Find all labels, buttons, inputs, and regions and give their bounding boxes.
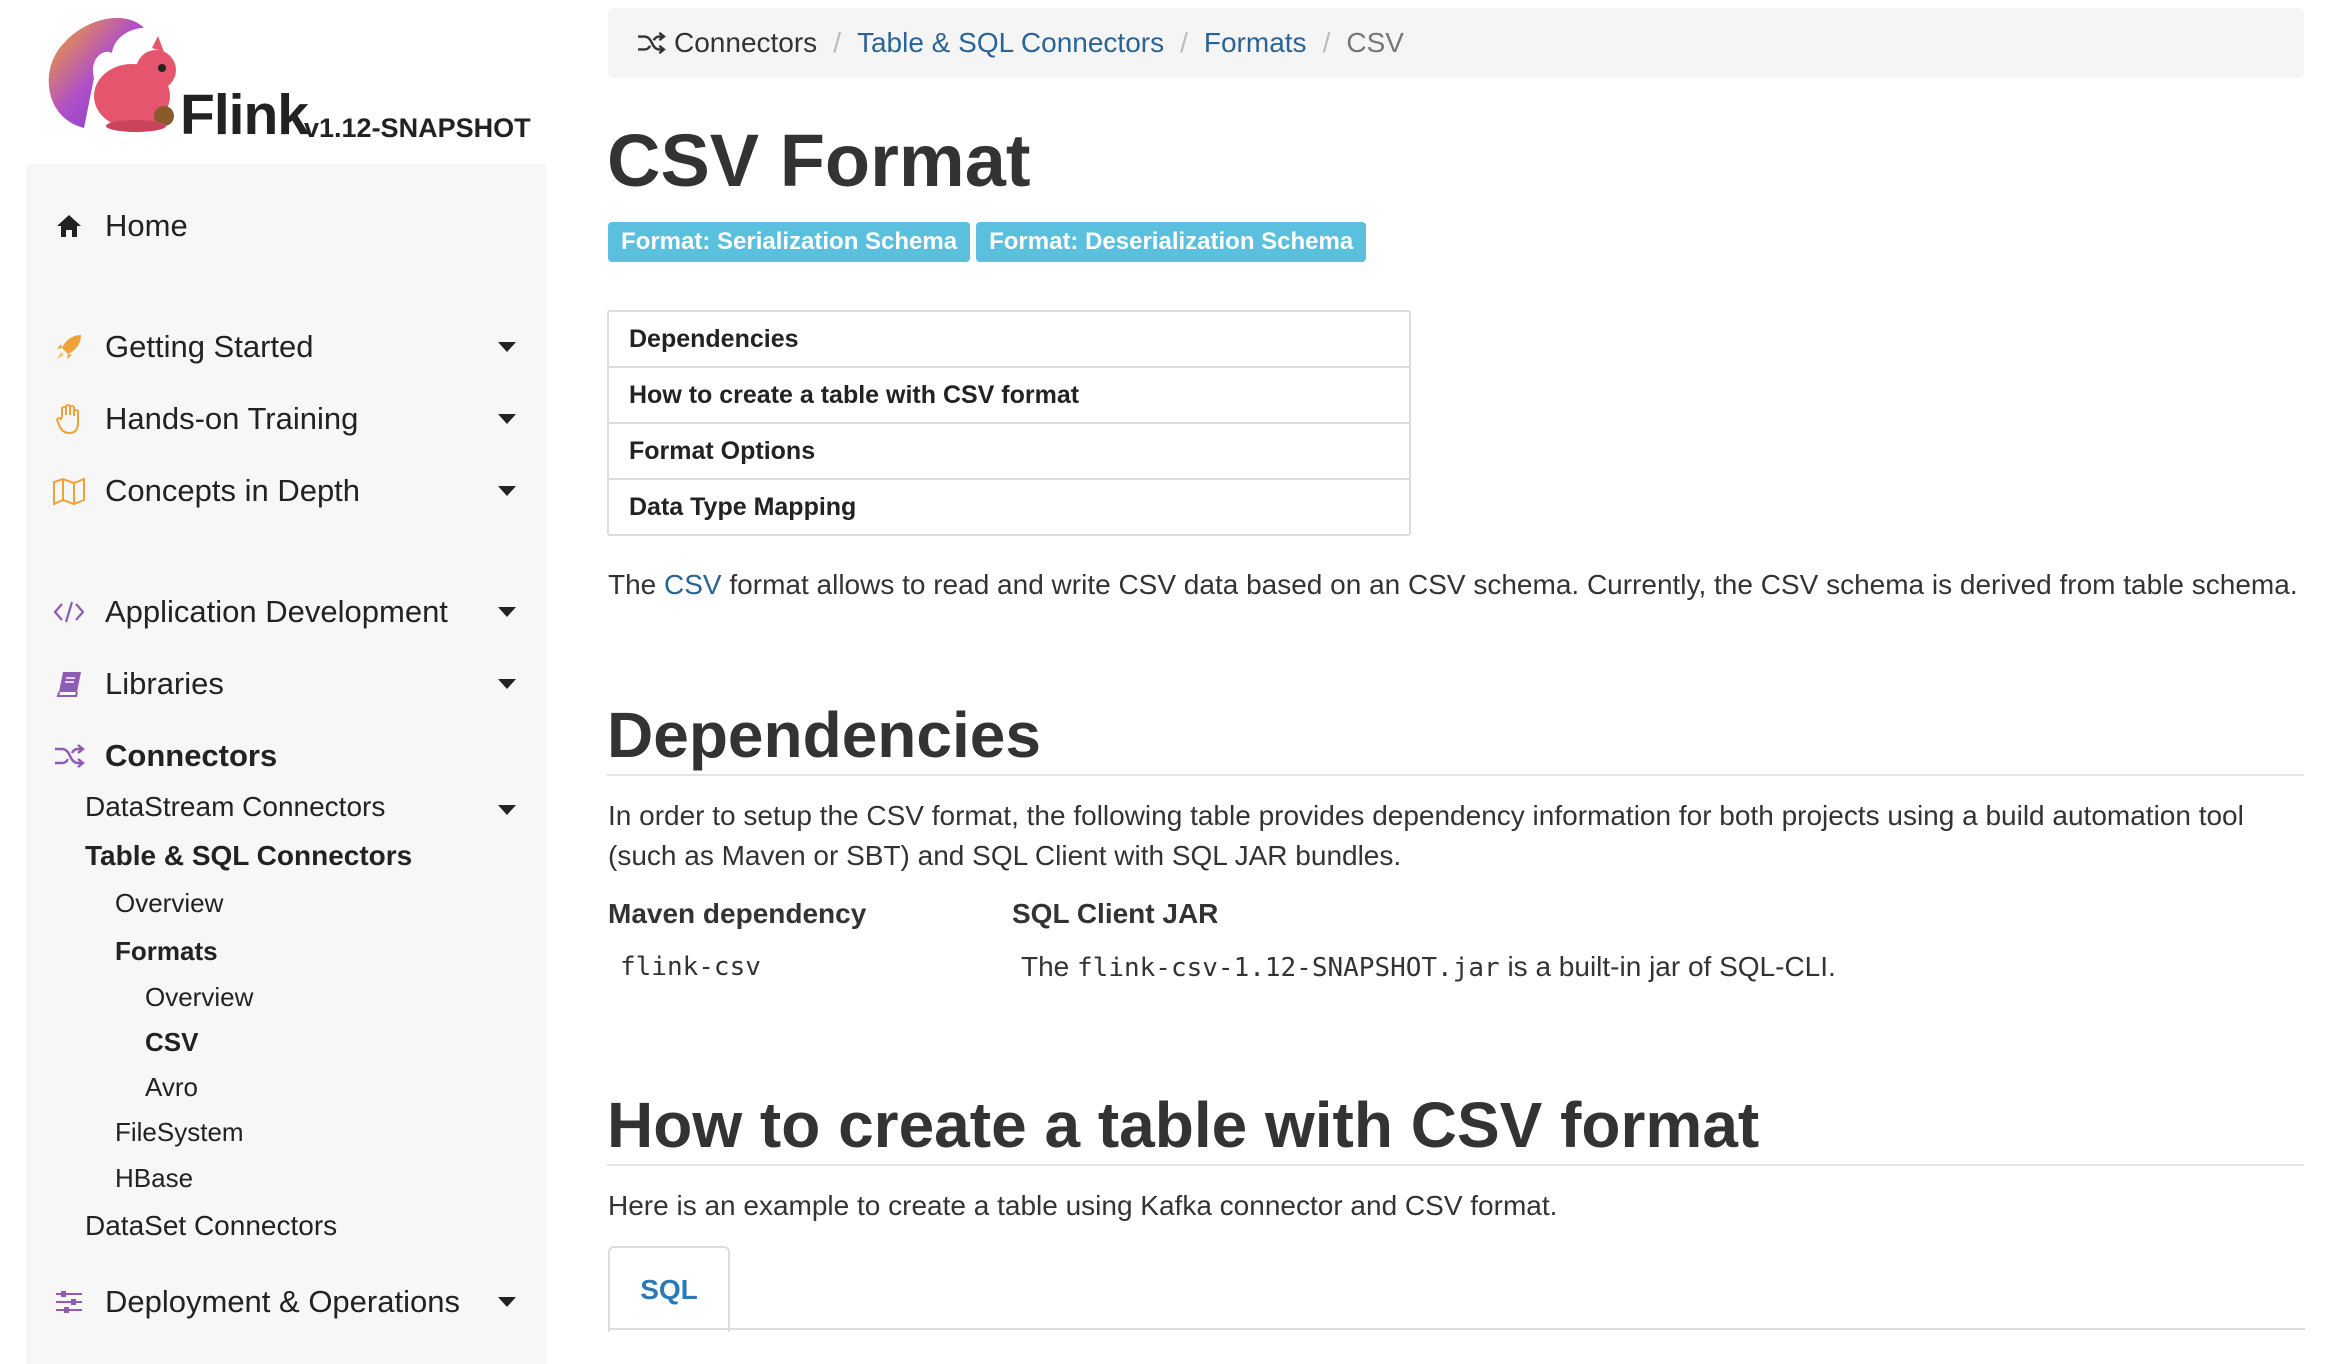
random-icon [52,739,86,773]
sidebar-item-table-sql-connectors[interactable]: Table & SQL Connectors [85,840,412,872]
sidebar-item-hbase[interactable]: HBase [115,1163,193,1194]
section-heading-dependencies: Dependencies [607,698,2304,776]
sql-jar-suffix: is a built-in jar of SQL-CLI. [1499,951,1836,982]
table-of-contents: Dependencies How to create a table with … [607,310,1411,536]
sidebar-item-getting-started[interactable]: Getting Started [26,317,546,377]
logo-version: v1.12-SNAPSHOT [304,113,531,143]
intro-suffix: format allows to read and write CSV data… [721,569,2298,600]
sidebar-item-formats-overview[interactable]: Overview [145,982,253,1013]
book-icon [52,667,86,701]
squirrel-logo-icon [48,17,176,132]
sql-jar-filename: flink-csv-1.12-SNAPSHOT.jar [1077,953,1500,983]
map-icon [52,474,86,508]
sidebar-item-label: Deployment & Operations [105,1284,460,1319]
breadcrumb-current: CSV [1346,27,1404,58]
chevron-down-icon[interactable] [498,414,516,424]
intro-paragraph: The CSV format allows to read and write … [608,565,2298,605]
sidebar-item-csv[interactable]: CSV [145,1027,198,1058]
sidebar-item-hands-on-training[interactable]: Hands-on Training [26,389,546,449]
breadcrumb: Connectors / Table & SQL Connectors / Fo… [608,8,2304,78]
badge-group: Format: Serialization Schema Format: Des… [608,222,1367,262]
toc-item-format-options[interactable]: Format Options [609,424,1409,480]
tab-sql[interactable]: SQL [608,1246,730,1332]
dependencies-paragraph: In order to setup the CSV format, the fo… [608,800,2244,871]
chevron-down-icon[interactable] [498,486,516,496]
chevron-down-icon[interactable] [498,607,516,617]
code-icon [52,595,86,629]
breadcrumb-separator: / [1322,27,1331,58]
csv-link[interactable]: CSV [664,569,722,600]
toc-item-create-table[interactable]: How to create a table with CSV format [609,368,1409,424]
sidebar: Home Getting Started Hands-on Training C… [26,164,546,1364]
sidebar-item-label: Libraries [105,666,224,701]
breadcrumb-separator: / [1180,27,1188,58]
flink-logo[interactable]: Flink v1.12-SNAPSHOT [44,8,544,148]
toc-item-dependencies[interactable]: Dependencies [609,312,1409,368]
sidebar-item-concepts-in-depth[interactable]: Concepts in Depth [26,461,546,521]
breadcrumb-separator: / [833,27,841,58]
sql-client-jar-value: The flink-csv-1.12-SNAPSHOT.jar is a bui… [1021,947,1836,988]
sidebar-item-formats[interactable]: Formats [115,936,218,967]
column-header-maven-dependency: Maven dependency [608,898,867,929]
sidebar-item-datastream-connectors[interactable]: DataStream Connectors [85,791,385,823]
column-header-sql-client-jar: SQL Client JAR [1012,898,1219,929]
rocket-icon [52,330,86,364]
maven-dependency-value: flink-csv [620,952,761,982]
badge-serialization-schema: Format: Serialization Schema [608,222,971,262]
page-title: CSV Format [607,119,1031,202]
sidebar-item-application-development[interactable]: Application Development [26,582,546,642]
breadcrumb-link-table-sql-connectors[interactable]: Table & SQL Connectors [857,27,1164,59]
sql-jar-prefix: The [1021,951,1078,982]
sidebar-item-overview[interactable]: Overview [115,888,223,919]
random-icon [636,31,666,55]
hand-icon [52,402,86,436]
toc-item-data-type-mapping[interactable]: Data Type Mapping [609,480,1409,534]
sidebar-item-avro[interactable]: Avro [145,1072,198,1103]
section-heading-create-table: How to create a table with CSV format [607,1088,2304,1166]
chevron-down-icon[interactable] [498,342,516,352]
home-icon [52,209,86,243]
create-table-paragraph: Here is an example to create a table usi… [608,1190,1558,1221]
chevron-down-icon[interactable] [498,1297,516,1307]
breadcrumb-link-formats[interactable]: Formats [1204,27,1307,59]
sliders-icon [52,1285,86,1319]
sidebar-item-deployment-operations[interactable]: Deployment & Operations [26,1272,546,1332]
sidebar-item-label: Connectors [105,738,278,773]
sidebar-item-dataset-connectors[interactable]: DataSet Connectors [85,1210,337,1242]
sidebar-item-home[interactable]: Home [26,196,546,256]
sidebar-item-filesystem[interactable]: FileSystem [115,1117,244,1148]
tab-divider [608,1328,2305,1330]
sidebar-item-label: Hands-on Training [105,401,359,436]
sidebar-item-libraries[interactable]: Libraries [26,654,546,714]
badge-deserialization-schema: Format: Deserialization Schema [976,222,1367,262]
sidebar-item-label: Concepts in Depth [105,473,361,508]
breadcrumb-root: Connectors [674,27,818,58]
sidebar-item-label: Getting Started [105,329,314,364]
chevron-down-icon[interactable] [498,805,516,815]
chevron-down-icon[interactable] [498,679,516,689]
intro-prefix: The [608,569,665,600]
logo-name: Flink [180,83,309,147]
sidebar-item-label: Home [105,208,188,243]
sidebar-item-connectors[interactable]: Connectors [26,726,546,786]
sidebar-item-label: Application Development [105,594,448,629]
